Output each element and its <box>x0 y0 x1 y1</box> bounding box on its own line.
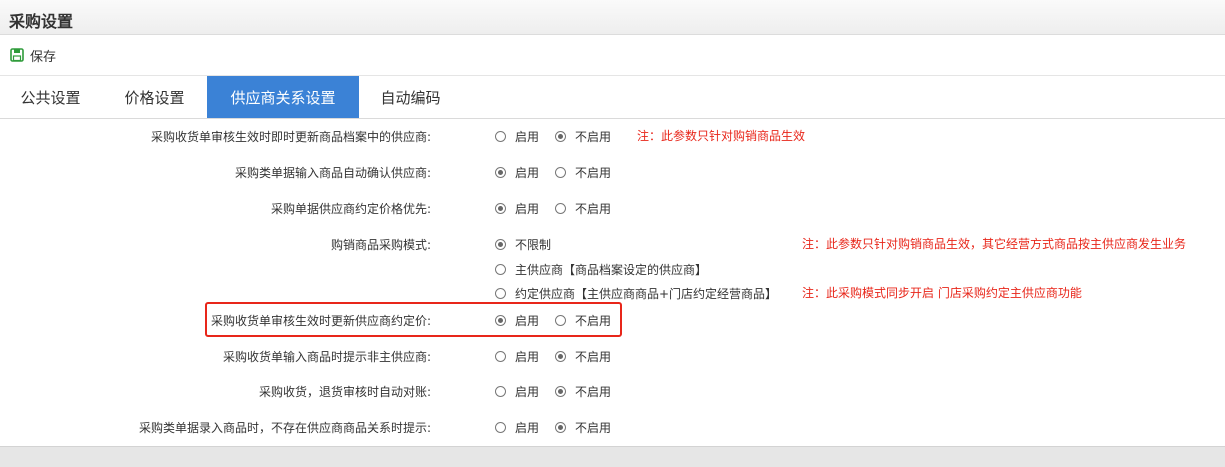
radio-label: 主供应商【商品档案设定的供应商】 <box>515 263 708 277</box>
radio-circle <box>495 264 506 275</box>
radio-circle-checked <box>555 131 566 142</box>
radio-s6-disable[interactable]: 不启用 <box>555 348 611 365</box>
radio-circle <box>555 315 566 326</box>
radio-label: 启用 <box>515 202 540 216</box>
setting-label-purchase-mode: 购销商品采购模式: <box>330 238 431 252</box>
radio-s5-disable[interactable]: 不启用 <box>555 312 611 329</box>
window-title-bar: 采购设置 <box>0 0 1225 35</box>
radio-s7-enable[interactable]: 启用 <box>495 383 539 400</box>
save-button[interactable]: 保存 <box>10 45 56 65</box>
radio-label: 不限制 <box>515 238 552 252</box>
radio-circle <box>495 386 506 397</box>
note-s4-sync: 注：此采购模式同步开启 门店采购约定主供应商功能 <box>802 286 1082 300</box>
radio-s2-enable[interactable]: 启用 <box>495 164 539 181</box>
radio-s3-enable[interactable]: 启用 <box>495 200 539 217</box>
radio-label: 启用 <box>515 130 540 144</box>
save-disk-icon <box>10 48 24 62</box>
tab-price-settings[interactable]: 价格设置 <box>104 76 205 118</box>
radio-circle-checked <box>555 351 566 362</box>
note-s4-main: 注：此参数只针对购销商品生效，其它经营方式商品按主供应商发生业务 <box>802 237 1187 251</box>
radio-label: 启用 <box>515 166 540 180</box>
radio-label: 启用 <box>515 314 540 328</box>
radio-label: 不启用 <box>575 130 612 144</box>
radio-circle <box>555 203 566 214</box>
radio-s1-disable[interactable]: 不启用 <box>555 128 611 145</box>
toolbar: 保存 <box>0 35 1225 76</box>
radio-circle-checked <box>555 422 566 433</box>
radio-s4-agreed-supplier[interactable]: 约定供应商【主供应商商品+门店约定经营商品】 <box>495 285 777 302</box>
setting-label-non-main-supplier-warning: 采购收货单输入商品时提示非主供应商: <box>222 350 431 364</box>
radio-label: 启用 <box>515 421 540 435</box>
setting-label-agreed-price-priority: 采购单据供应商约定价格优先: <box>270 202 431 216</box>
page-title: 采购设置 <box>9 12 74 31</box>
tab-supplier-relation-settings[interactable]: 供应商关系设置 <box>207 76 359 118</box>
tab-public-settings[interactable]: 公共设置 <box>0 76 101 118</box>
radio-circle-checked <box>495 315 506 326</box>
radio-circle-checked <box>555 386 566 397</box>
radio-circle <box>555 167 566 178</box>
radio-s6-enable[interactable]: 启用 <box>495 348 539 365</box>
radio-circle-checked <box>495 203 506 214</box>
radio-label: 启用 <box>515 350 540 364</box>
note-s1: 注：此参数只针对购销商品生效 <box>637 129 806 143</box>
setting-label-update-supplier-realtime: 采购收货单审核生效时即时更新商品档案中的供应商: <box>150 130 431 144</box>
radio-circle <box>495 288 506 299</box>
radio-s8-enable[interactable]: 启用 <box>495 419 539 436</box>
tab-auto-coding[interactable]: 自动编码 <box>360 76 461 118</box>
radio-s5-enable[interactable]: 启用 <box>495 312 539 329</box>
radio-s7-disable[interactable]: 不启用 <box>555 383 611 400</box>
radio-s3-disable[interactable]: 不启用 <box>555 200 611 217</box>
radio-s8-disable[interactable]: 不启用 <box>555 419 611 436</box>
radio-label: 不启用 <box>575 385 612 399</box>
radio-s2-disable[interactable]: 不启用 <box>555 164 611 181</box>
setting-label-missing-relation-warning: 采购类单据录入商品时，不存在供应商商品关系时提示: <box>138 421 431 435</box>
radio-label: 不启用 <box>575 350 612 364</box>
radio-label: 不启用 <box>575 421 612 435</box>
radio-circle-checked <box>495 167 506 178</box>
radio-s4-main-supplier[interactable]: 主供应商【商品档案设定的供应商】 <box>495 261 707 278</box>
radio-label: 不启用 <box>575 314 612 328</box>
radio-label: 不启用 <box>575 202 612 216</box>
setting-label-auto-reconcile: 采购收货，退货审核时自动对账: <box>258 385 431 399</box>
bottom-bar <box>0 446 1225 467</box>
settings-tabs: 公共设置 价格设置 供应商关系设置 自动编码 <box>0 76 1225 119</box>
radio-s1-enable[interactable]: 启用 <box>495 128 539 145</box>
radio-circle <box>495 131 506 142</box>
radio-s4-unlimited[interactable]: 不限制 <box>495 236 551 253</box>
radio-circle <box>495 422 506 433</box>
radio-circle <box>495 351 506 362</box>
radio-circle-checked <box>495 239 506 250</box>
setting-label-auto-confirm-supplier: 采购类单据输入商品自动确认供应商: <box>234 166 431 180</box>
radio-label: 不启用 <box>575 166 612 180</box>
radio-label: 启用 <box>515 385 540 399</box>
radio-label: 约定供应商【主供应商商品+门店约定经营商品】 <box>515 287 778 301</box>
save-button-label: 保存 <box>30 49 57 65</box>
setting-label-update-agreed-price: 采购收货单审核生效时更新供应商约定价: <box>210 314 431 328</box>
